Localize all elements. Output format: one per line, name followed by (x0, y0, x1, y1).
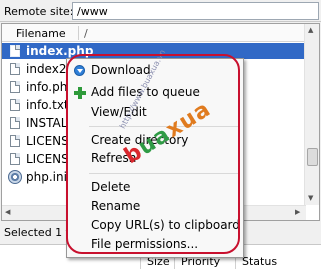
menu-item-rename[interactable]: Rename (67, 197, 243, 216)
menu-item-label: File permissions... (91, 237, 199, 251)
file-name: LICENS (26, 152, 69, 166)
menu-item-label: Delete (91, 180, 131, 194)
menu-item-copy-url[interactable]: Copy URL(s) to clipboard (67, 216, 243, 235)
scroll-left-arrow-icon[interactable]: ◀ (5, 208, 10, 216)
vertical-scroll-thumb[interactable] (307, 148, 318, 166)
queue-column-status[interactable]: Status (242, 255, 277, 268)
file-name: index.php (26, 44, 94, 58)
menu-item-label: Download (91, 63, 151, 77)
column-header: Filename / (2, 24, 306, 42)
file-icon (10, 135, 20, 147)
file-name: LICENS (26, 134, 69, 148)
file-icon (10, 99, 20, 111)
scroll-right-arrow-icon[interactable]: ▶ (295, 208, 300, 216)
add-to-queue-icon (74, 87, 86, 99)
file-icon (10, 63, 20, 75)
selection-status-text: Selected 1 f (4, 226, 70, 239)
file-context-menu: Download Add files to queue View/Edit Cr… (66, 58, 244, 258)
file-icon (10, 117, 20, 129)
file-name: info.ph (26, 80, 68, 94)
menu-item-label: View/Edit (91, 105, 147, 119)
file-name: php.ini (26, 170, 67, 184)
file-name: INSTAL (26, 116, 68, 130)
settings-file-icon (8, 170, 22, 184)
menu-item-file-permissions[interactable]: File permissions... (67, 235, 243, 254)
column-divider[interactable] (78, 26, 79, 40)
file-icon (10, 81, 20, 93)
menu-separator (89, 173, 239, 174)
menu-item-delete[interactable]: Delete (67, 178, 243, 197)
download-icon (74, 65, 85, 76)
remote-site-bar: Remote site: /www (0, 0, 321, 22)
menu-item-label: Copy URL(s) to clipboard (91, 218, 240, 232)
column-header-filename[interactable]: Filename (16, 27, 66, 40)
file-name: info.txt (26, 98, 69, 112)
scroll-down-arrow-icon[interactable]: ▼ (308, 194, 313, 202)
menu-item-view-edit[interactable]: View/Edit (67, 103, 243, 122)
file-icon (10, 45, 20, 57)
column-header-path: / (84, 27, 88, 40)
file-icon (10, 153, 20, 165)
menu-item-add-to-queue[interactable]: Add files to queue (67, 83, 243, 102)
scroll-up-arrow-icon[interactable]: ▲ (308, 26, 313, 34)
vertical-scrollbar[interactable]: ▲ ▼ (304, 24, 319, 205)
remote-site-label: Remote site: (4, 5, 74, 18)
menu-item-label: Rename (91, 199, 141, 213)
remote-site-path-input[interactable]: /www (72, 2, 319, 20)
